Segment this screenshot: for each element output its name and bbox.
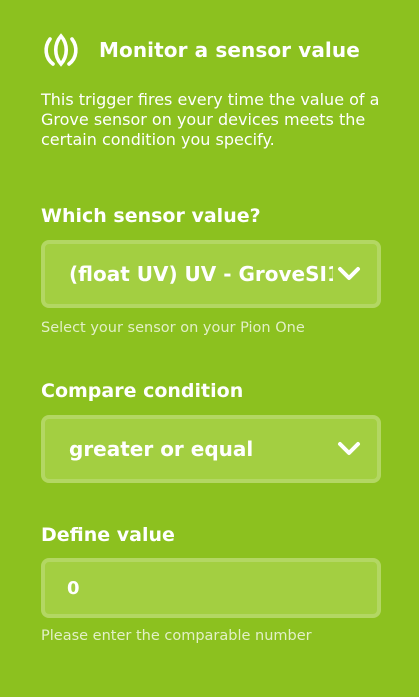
- condition-label: Compare condition: [41, 380, 244, 402]
- sensor-label: Which sensor value?: [41, 205, 261, 227]
- condition-select-value: greater or equal: [69, 437, 254, 461]
- page-title: Monitor a sensor value: [99, 38, 360, 62]
- condition-select[interactable]: greater or equal: [41, 415, 381, 483]
- value-input[interactable]: 0: [67, 562, 361, 614]
- chevron-down-icon: [338, 442, 360, 455]
- sensor-select[interactable]: (float UV) UV - GroveSI114X: [41, 240, 381, 308]
- value-label: Define value: [41, 524, 175, 546]
- panel-header: Monitor a sensor value: [41, 33, 360, 67]
- trigger-description: This trigger fires every time the value …: [41, 90, 380, 149]
- pion-one-leaf-icon: [44, 33, 78, 67]
- value-field[interactable]: 0: [41, 558, 381, 618]
- chevron-down-icon: [338, 267, 360, 280]
- sensor-select-value: (float UV) UV - GroveSI114X: [69, 262, 333, 286]
- trigger-config-panel: Monitor a sensor value This trigger fire…: [0, 0, 419, 697]
- value-hint: Please enter the comparable number: [41, 628, 312, 644]
- sensor-hint: Select your sensor on your Pion One: [41, 320, 305, 336]
